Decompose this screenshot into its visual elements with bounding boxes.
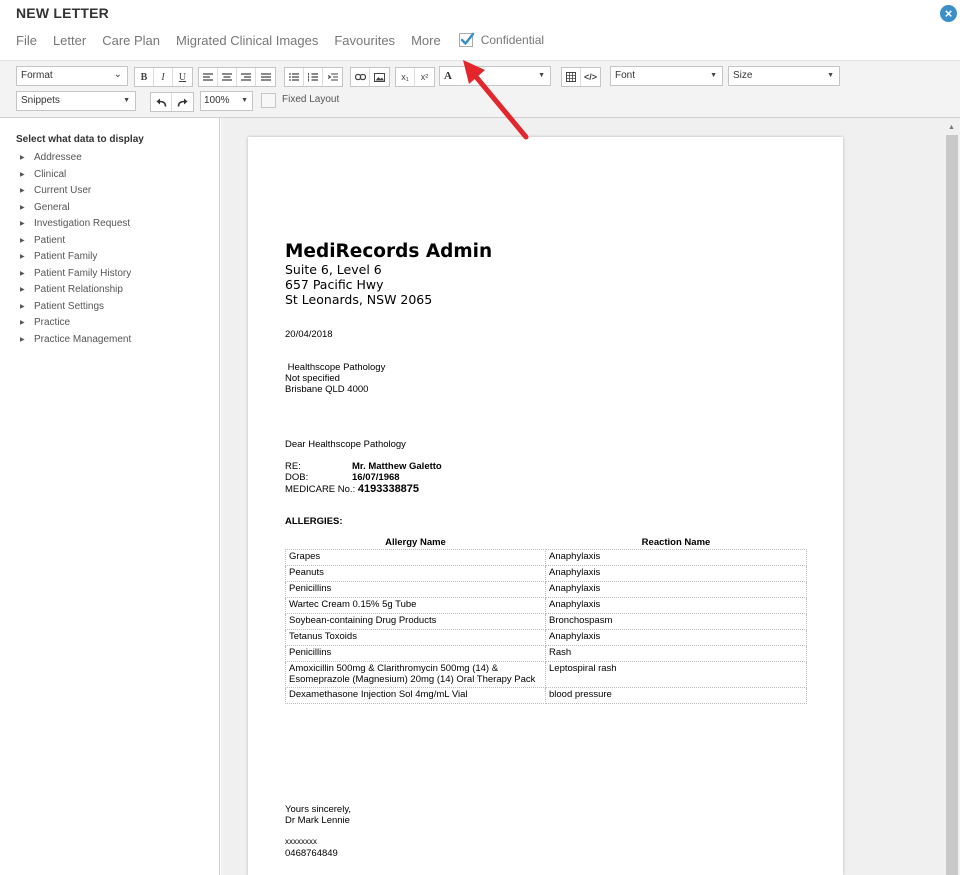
annotation-arrow-icon (463, 60, 529, 140)
